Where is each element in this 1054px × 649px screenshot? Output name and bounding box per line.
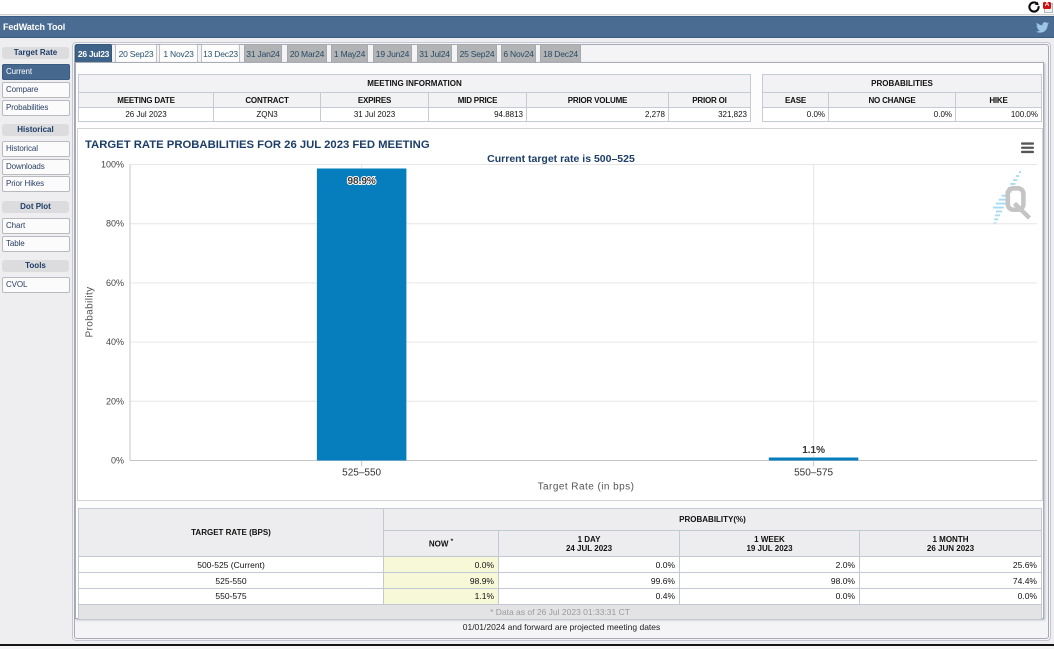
svg-text:525–550: 525–550 — [342, 468, 381, 479]
svg-text:Target Rate (in bps): Target Rate (in bps) — [538, 482, 635, 493]
svg-text:100%: 100% — [101, 160, 124, 170]
svg-text:Probability: Probability — [85, 286, 96, 337]
svg-text:60%: 60% — [106, 278, 124, 288]
svg-text:1.1%: 1.1% — [802, 445, 825, 456]
svg-text:TARGET RATE PROBABILITIES FOR: TARGET RATE PROBABILITIES FOR 26 JUL 202… — [85, 139, 430, 151]
svg-text:40%: 40% — [106, 337, 124, 347]
svg-text:98.9%: 98.9% — [347, 176, 375, 187]
svg-text:0%: 0% — [111, 456, 124, 466]
svg-text:Current target rate is 500–525: Current target rate is 500–525 — [487, 153, 635, 165]
svg-text:20%: 20% — [106, 396, 124, 406]
svg-text:550–575: 550–575 — [794, 468, 833, 479]
svg-text:80%: 80% — [106, 219, 124, 229]
